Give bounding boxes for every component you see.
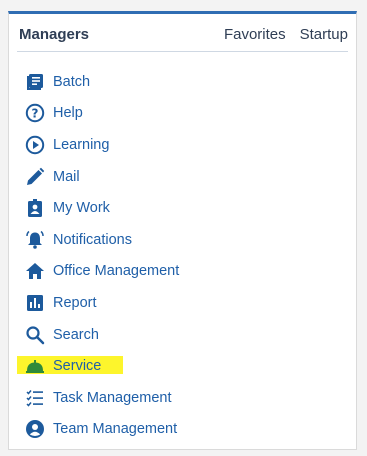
menu-item-team-management[interactable]: Team Management [25, 414, 345, 446]
tab-startup[interactable]: Startup [300, 26, 348, 43]
panel-header: Managers Favorites Startup [17, 14, 348, 52]
menu-item-report[interactable]: Report [25, 287, 345, 319]
menu-item-label: Help [53, 105, 83, 122]
search-icon [25, 325, 45, 345]
menu-item-label: Search [53, 326, 99, 343]
pencil-icon [25, 167, 45, 187]
menu-item-label: Task Management [53, 389, 172, 406]
badge-icon [25, 198, 45, 218]
menu-item-label: Office Management [53, 263, 180, 280]
menu-item-label: Batch [53, 73, 91, 90]
bar-chart-icon [25, 293, 45, 313]
menu-item-batch[interactable]: Batch [25, 66, 345, 98]
menu-item-label: Service [53, 358, 102, 375]
batch-icon [25, 72, 45, 92]
menu-item-mail[interactable]: Mail [25, 161, 345, 193]
menu-item-label: Learning [53, 136, 110, 153]
service-bell-icon [25, 356, 45, 376]
menu-item-office-management[interactable]: Office Management [25, 256, 345, 288]
bell-icon [25, 230, 45, 250]
menu-item-label: Mail [53, 168, 80, 185]
menu-item-service[interactable]: Service [17, 350, 345, 382]
manager-menu-list: Batch ? Help Learning Mail My Work Notif… [17, 66, 345, 446]
svg-text:?: ? [32, 107, 39, 121]
checklist-icon [25, 388, 45, 408]
menu-item-label: My Work [53, 200, 110, 217]
managers-panel: Managers Favorites Startup Batch ? Help … [8, 11, 357, 450]
header-tabs: Favorites Startup [224, 26, 348, 43]
menu-item-help[interactable]: ? Help [25, 98, 345, 130]
menu-item-my-work[interactable]: My Work [25, 192, 345, 224]
menu-item-learning[interactable]: Learning [25, 129, 345, 161]
play-circle-icon [25, 135, 45, 155]
help-icon: ? [25, 103, 45, 123]
tab-favorites[interactable]: Favorites [224, 26, 286, 43]
menu-item-search[interactable]: Search [25, 319, 345, 351]
menu-item-label: Report [53, 294, 97, 311]
home-icon [25, 261, 45, 281]
panel-title: Managers [19, 26, 90, 43]
menu-item-label: Notifications [53, 231, 132, 248]
menu-item-notifications[interactable]: Notifications [25, 224, 345, 256]
menu-item-label: Team Management [53, 421, 178, 438]
user-circle-icon [25, 419, 45, 439]
menu-item-task-management[interactable]: Task Management [25, 382, 345, 414]
